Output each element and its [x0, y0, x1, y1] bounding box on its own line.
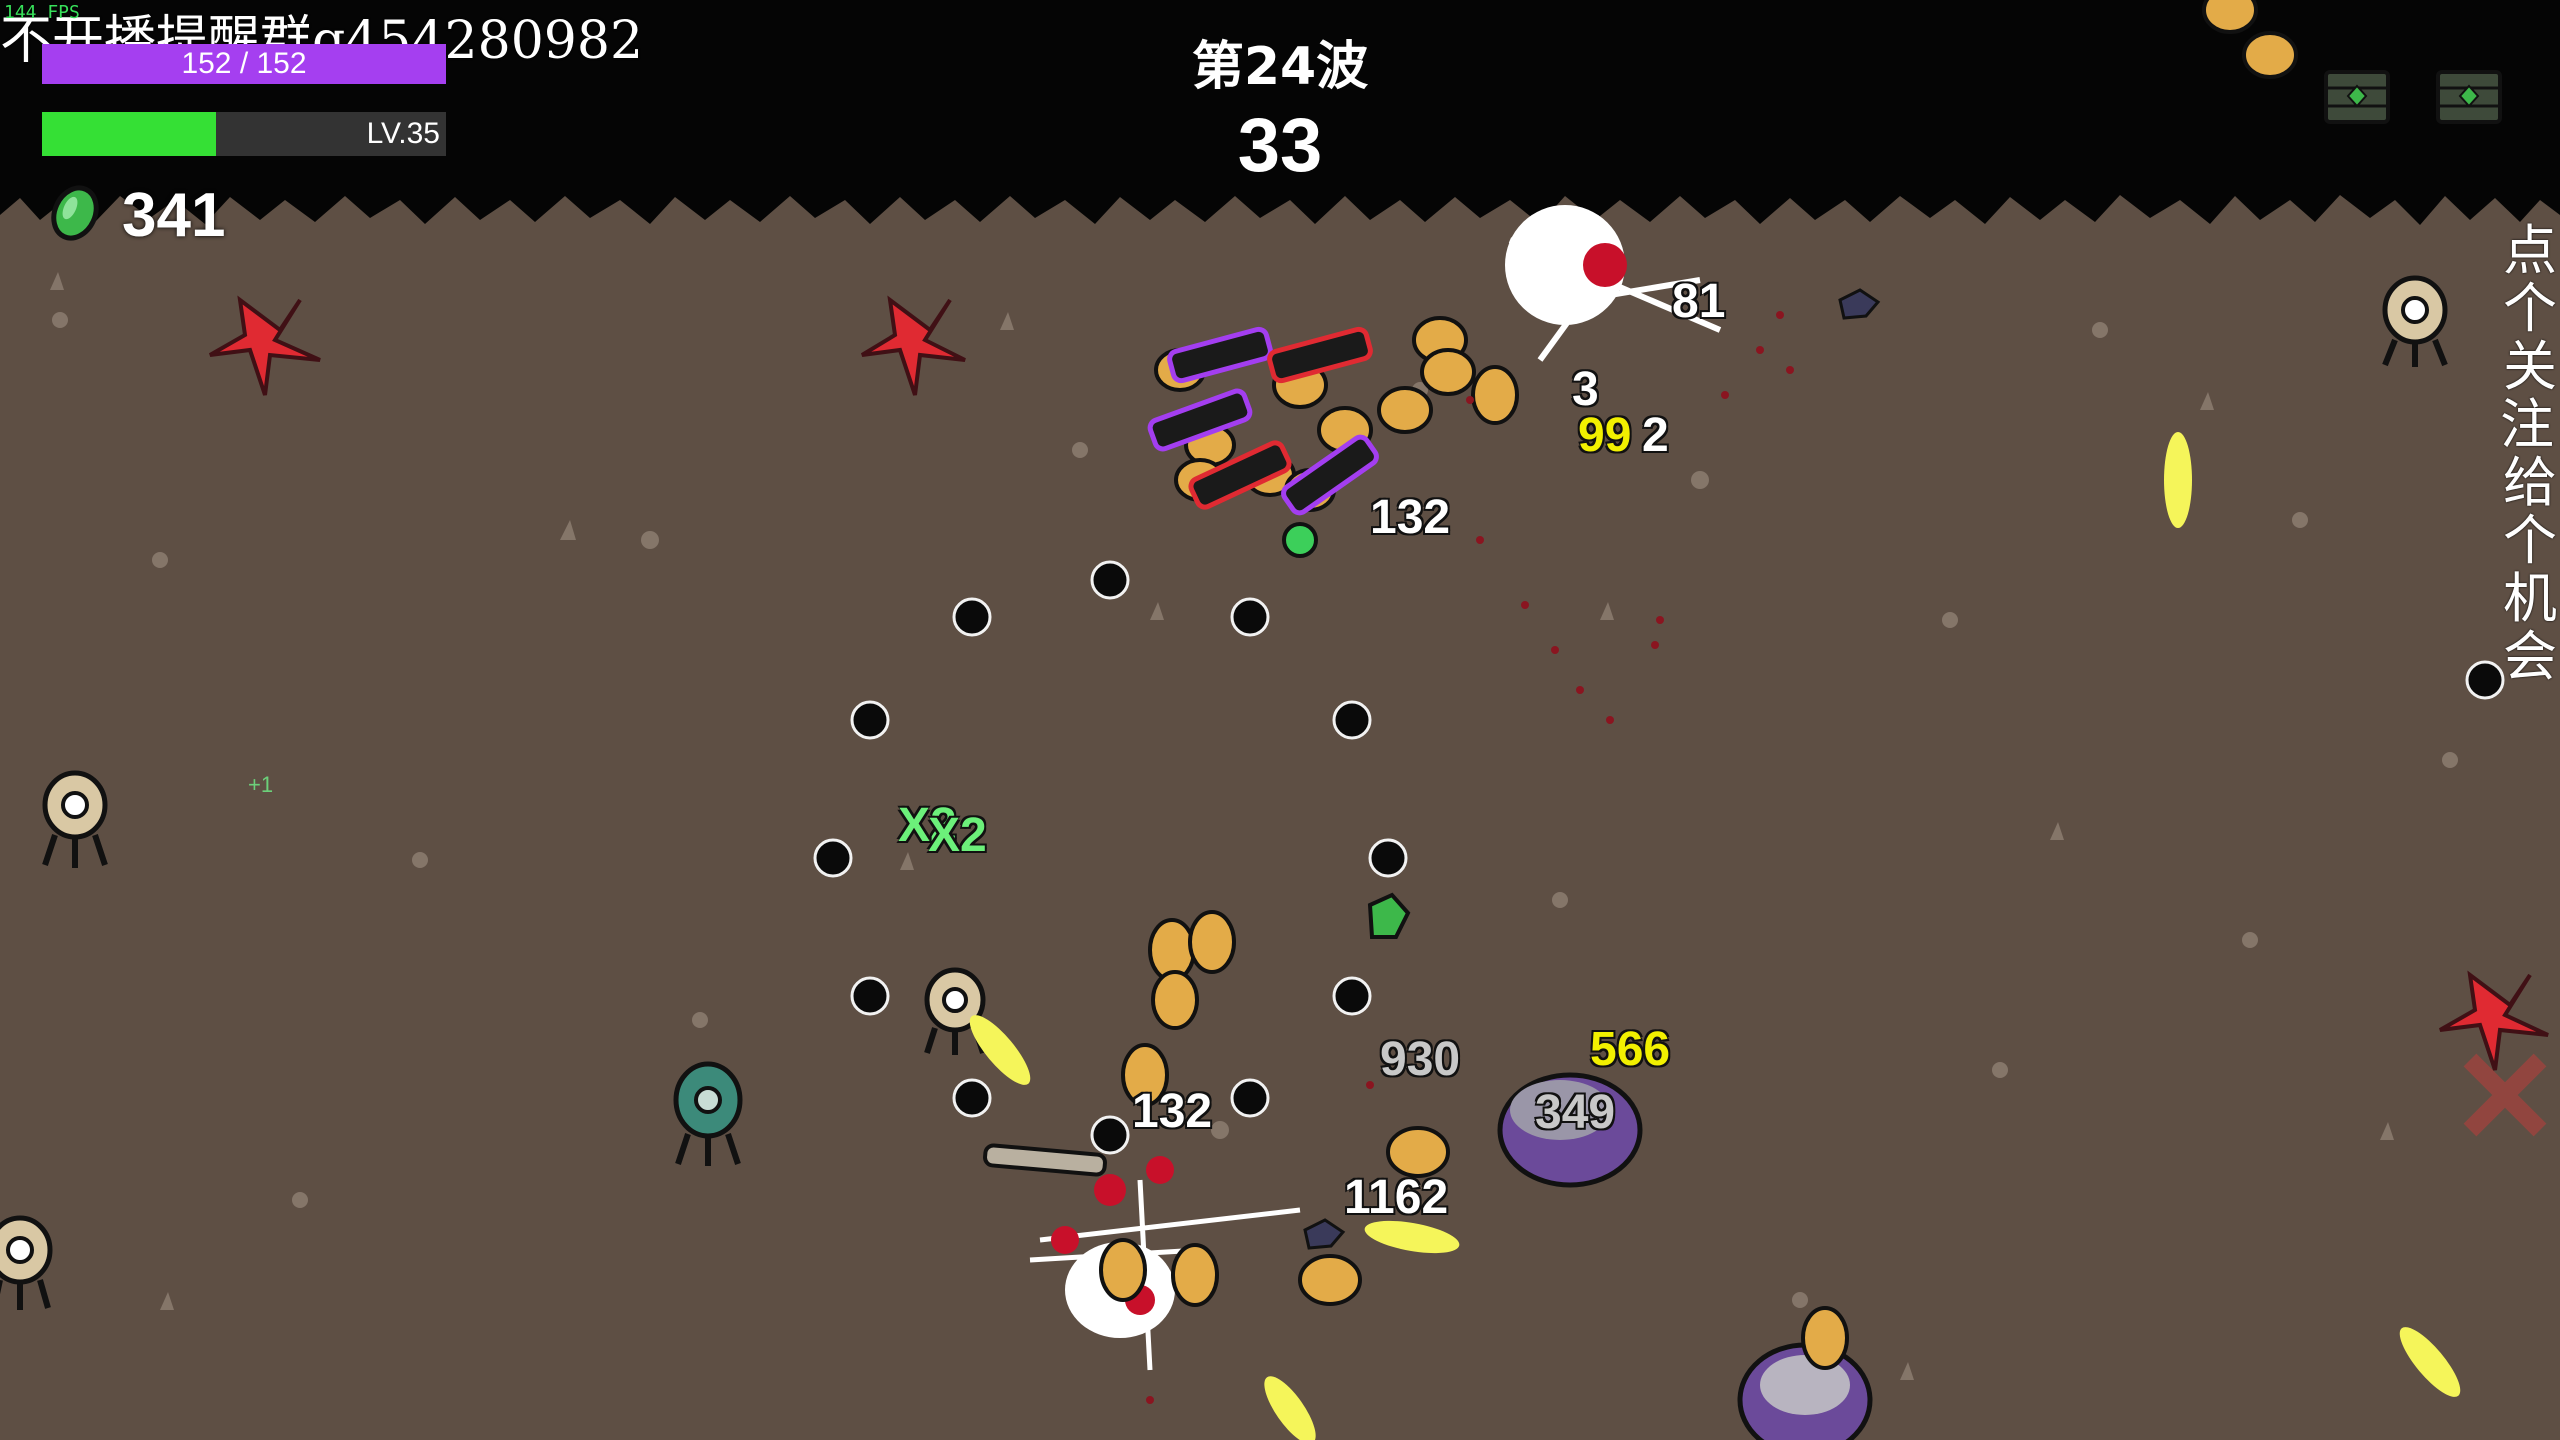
enemy-walker [42, 770, 108, 868]
damage-number: 132 [1370, 491, 1451, 544]
enemy-walker [924, 967, 986, 1055]
materials-count: 341 [122, 181, 226, 250]
player-cluster [1147, 316, 1519, 558]
wave-title: 第24波 [1191, 37, 1369, 97]
pickup-number: +1 [248, 772, 274, 797]
damage-number: 132 [1132, 1085, 1213, 1138]
material-pickup [1367, 892, 1411, 939]
damage-number: 99 [1578, 409, 1632, 462]
damage-number: 2 [1642, 409, 1669, 462]
damage-number: 349 [1535, 1086, 1616, 1139]
health-text: 152 / 152 [181, 47, 307, 80]
experience-bar-fill [42, 112, 216, 156]
enemy-walker [2382, 275, 2448, 367]
multiplier-number: X2 [928, 809, 987, 862]
damage-number: 566 [1590, 1023, 1671, 1076]
health-bar: 152 / 152 [42, 44, 446, 84]
crate-icon [2436, 70, 2502, 124]
damage-number: 930 [1380, 1033, 1461, 1086]
spawn-marker [860, 295, 966, 396]
damage-number: 1162 [1344, 1171, 1449, 1224]
spawn-marker [209, 295, 321, 396]
damage-number: 81 [1672, 275, 1726, 328]
enemy-blob [1737, 1342, 1873, 1440]
experience-bar: LV.35 [42, 112, 446, 156]
hud: 不开播提醒群q454280982 144 FPS 152 / 152 LV.35… [0, 0, 2560, 250]
enemy-walker-teal [673, 1061, 743, 1166]
stream-side-text: 点个关注，给个机会 [2500, 219, 2560, 688]
material-icon [51, 185, 99, 241]
crate-icon [2324, 70, 2390, 124]
enemy-walker [0, 1215, 53, 1310]
wave-timer: 33 [1237, 103, 1323, 188]
level-text: LV.35 [366, 117, 440, 150]
fps-counter: 144 FPS [4, 2, 80, 23]
spawn-marker [2463, 1053, 2547, 1137]
